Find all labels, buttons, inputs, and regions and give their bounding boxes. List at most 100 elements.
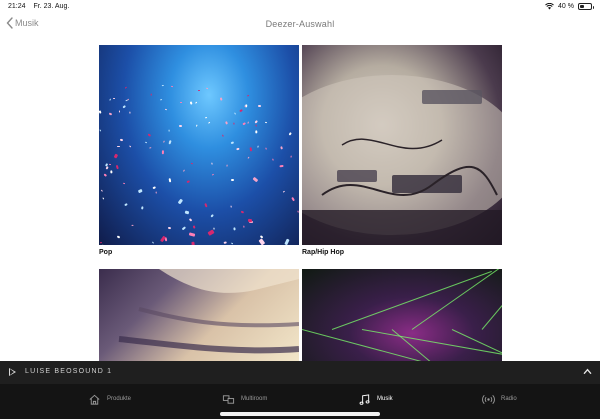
- confetti-piece: [162, 85, 164, 87]
- confetti-piece: [117, 145, 120, 148]
- nav-header: Musik Deezer-Auswahl: [0, 14, 600, 36]
- confetti-piece: [106, 166, 109, 170]
- confetti-piece: [211, 162, 213, 166]
- confetti-piece: [230, 242, 234, 245]
- confetti-piece: [249, 146, 253, 151]
- confetti-piece: [168, 178, 172, 183]
- confetti-piece: [179, 101, 182, 103]
- confetti-piece: [167, 226, 171, 229]
- confetti-piece: [193, 225, 196, 229]
- confetti-piece: [211, 214, 215, 218]
- genre-tile-electro[interactable]: [302, 269, 502, 365]
- confetti-piece: [170, 85, 174, 88]
- confetti-piece: [204, 202, 208, 208]
- confetti-piece: [243, 105, 247, 109]
- play-icon[interactable]: [9, 368, 16, 376]
- mini-player[interactable]: LUISE BEOSOUND 1: [0, 361, 600, 384]
- confetti-piece: [122, 105, 126, 109]
- confetti-piece: [125, 203, 129, 206]
- confetti-piece: [147, 133, 151, 137]
- tab-musik[interactable]: Musik: [358, 391, 393, 407]
- genre-tile-rap-hip-hop[interactable]: Rap/Hip Hop: [302, 45, 502, 256]
- confetti-piece: [208, 121, 211, 125]
- confetti-piece: [236, 147, 240, 151]
- chevron-up-icon[interactable]: [583, 367, 592, 376]
- confetti-piece: [181, 225, 187, 230]
- confetti-piece: [141, 205, 144, 210]
- confetti-piece: [233, 226, 237, 231]
- music-note-icon: [359, 393, 370, 405]
- laser-beam: [451, 329, 502, 361]
- confetti-piece: [207, 230, 215, 237]
- confetti-piece: [102, 244, 104, 245]
- confetti-piece: [122, 182, 126, 185]
- multiroom-icon: [222, 394, 235, 404]
- confetti-piece: [233, 122, 235, 125]
- tab-label: Musik: [377, 396, 393, 402]
- confetti-piece: [246, 156, 250, 160]
- tab-produkte[interactable]: Produkte: [88, 391, 131, 407]
- confetti-piece: [240, 109, 244, 112]
- confetti-piece: [186, 180, 190, 184]
- confetti-piece: [191, 242, 196, 245]
- status-left: 21:24 Fr. 23. Aug.: [8, 3, 75, 10]
- confetti-piece: [137, 188, 143, 194]
- confetti-piece: [188, 218, 193, 223]
- confetti-piece: [257, 104, 261, 107]
- confetti-piece: [124, 86, 127, 89]
- tab-multiroom[interactable]: Multiroom: [222, 391, 267, 407]
- confetti-piece: [288, 132, 292, 136]
- confetti-piece: [116, 235, 121, 239]
- confetti-piece: [243, 225, 245, 228]
- confetti-piece: [114, 154, 119, 160]
- confetti-piece: [280, 164, 284, 168]
- confetti-piece: [282, 190, 285, 193]
- status-date: Fr. 23. Aug.: [33, 3, 70, 10]
- confetti-piece: [195, 124, 198, 127]
- confetti-piece: [198, 89, 201, 91]
- confetti-piece: [114, 164, 119, 170]
- confetti-piece: [204, 116, 207, 119]
- confetti-piece: [231, 178, 235, 181]
- confetti-piece: [225, 164, 228, 167]
- confetti-piece: [178, 198, 184, 205]
- confetti-piece: [247, 94, 250, 97]
- confetti-piece: [108, 112, 113, 116]
- confetti-piece: [212, 173, 215, 176]
- confetti-piece: [99, 241, 103, 243]
- confetti-piece: [109, 163, 112, 166]
- confetti-piece: [190, 162, 193, 165]
- confetti-piece: [290, 155, 292, 158]
- confetti-piece: [230, 141, 234, 144]
- guitar-illustration: [118, 269, 299, 354]
- genre-tile-pop[interactable]: Pop: [99, 45, 299, 256]
- genre-image-pop: [99, 45, 299, 245]
- confetti-piece: [265, 147, 267, 150]
- confetti-piece: [99, 110, 102, 114]
- confetti-piece: [108, 98, 111, 102]
- confetti-piece: [222, 134, 224, 137]
- confetti-piece: [247, 121, 249, 125]
- confetti-piece: [284, 238, 290, 245]
- confetti-piece: [99, 129, 102, 133]
- confetti-piece: [243, 122, 247, 126]
- confetti-piece: [128, 111, 131, 114]
- tab-radio[interactable]: Radio: [482, 391, 517, 407]
- confetti-piece: [144, 141, 148, 144]
- confetti-piece: [219, 96, 223, 100]
- confetti-piece: [128, 144, 132, 148]
- confetti-piece: [148, 146, 152, 149]
- genre-tile-rock[interactable]: [99, 269, 299, 365]
- confetti-piece: [168, 129, 170, 132]
- genre-image-rock: [99, 269, 299, 361]
- battery-icon: [578, 3, 594, 10]
- confetti-piece: [152, 186, 156, 190]
- confetti-piece: [224, 120, 228, 125]
- tab-label: Multiroom: [241, 396, 268, 402]
- synth-illustration: [302, 75, 502, 245]
- tab-label: Radio: [501, 396, 517, 402]
- page-title: Deezer-Auswahl: [265, 19, 335, 29]
- confetti-piece: [101, 197, 105, 201]
- confetti-piece: [110, 170, 112, 174]
- confetti-piece: [255, 129, 258, 133]
